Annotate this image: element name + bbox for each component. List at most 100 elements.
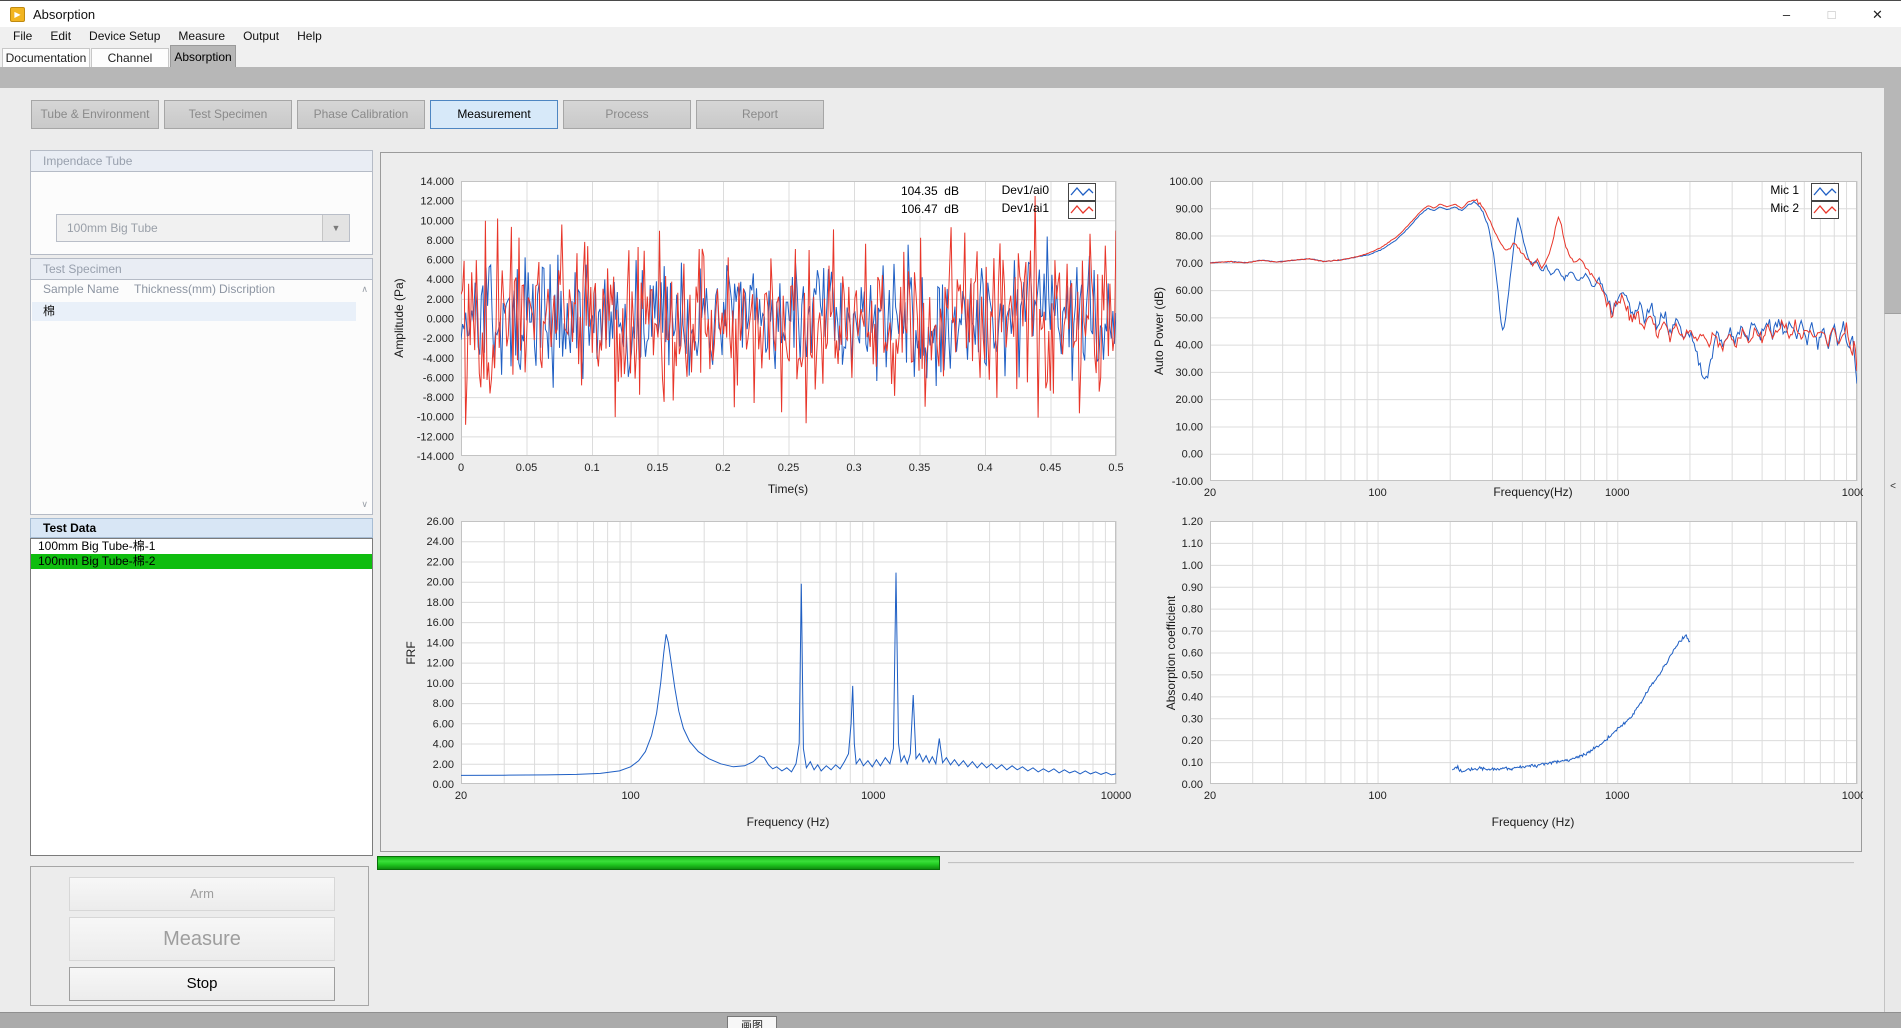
impedance-tube-selected-value: 100mm Big Tube bbox=[67, 221, 158, 235]
legend-label-mic2[interactable]: Mic 2 bbox=[1727, 201, 1799, 215]
svg-text:-10.00: -10.00 bbox=[1172, 476, 1203, 488]
svg-text:0.35: 0.35 bbox=[909, 462, 930, 474]
test-specimen-groupbox: Test Specimen Sample Name Thickness(mm) … bbox=[30, 258, 373, 515]
level-indicator-ai1: 106.47 dB bbox=[881, 202, 959, 216]
app-icon[interactable]: ▶ bbox=[10, 7, 25, 22]
svg-text:0.40: 0.40 bbox=[1182, 691, 1203, 703]
svg-text:4.000: 4.000 bbox=[426, 274, 454, 286]
svg-text:0.10: 0.10 bbox=[1182, 757, 1203, 769]
chevron-down-icon: ▼ bbox=[322, 215, 349, 241]
svg-text:0.15: 0.15 bbox=[647, 462, 668, 474]
tab-documentation[interactable]: Documentation bbox=[2, 48, 90, 67]
axis-label-amplitude: Amplitude (Pa) bbox=[392, 248, 406, 388]
legend-line-icon[interactable] bbox=[1068, 201, 1096, 219]
svg-text:50.00: 50.00 bbox=[1175, 312, 1203, 324]
menu-bar: File Edit Device Setup Measure Output He… bbox=[0, 27, 1901, 45]
expand-left-icon[interactable]: < bbox=[1885, 481, 1901, 492]
axis-label-frequency-top: Frequency(Hz) bbox=[1473, 485, 1593, 499]
subtab-test-specimen[interactable]: Test Specimen bbox=[164, 100, 292, 129]
legend-label-mic1[interactable]: Mic 1 bbox=[1727, 183, 1799, 197]
subtab-report[interactable]: Report bbox=[696, 100, 824, 129]
svg-text:100.00: 100.00 bbox=[1169, 176, 1203, 188]
list-item[interactable]: 100mm Big Tube-棉-1 bbox=[31, 539, 372, 554]
svg-text:10000: 10000 bbox=[1101, 790, 1132, 802]
close-button[interactable]: ✕ bbox=[1854, 1, 1901, 28]
table-row[interactable]: 棉 bbox=[32, 302, 356, 321]
scroll-up-icon[interactable]: ∧ bbox=[361, 284, 368, 295]
legend-line-icon[interactable] bbox=[1068, 183, 1096, 201]
svg-text:4.00: 4.00 bbox=[433, 739, 454, 751]
svg-text:20: 20 bbox=[1204, 487, 1216, 499]
svg-text:0.05: 0.05 bbox=[516, 462, 537, 474]
svg-text:-6.000: -6.000 bbox=[423, 372, 454, 384]
level-indicator-ai0: 104.35 dB bbox=[881, 184, 959, 198]
tab-absorption[interactable]: Absorption bbox=[170, 45, 236, 67]
svg-text:1000: 1000 bbox=[861, 790, 885, 802]
legend-label-dev1-ai0[interactable]: Dev1/ai0 bbox=[977, 183, 1049, 197]
svg-text:14.00: 14.00 bbox=[426, 637, 454, 649]
side-panel-strip: < bbox=[1884, 313, 1901, 1012]
svg-text:20: 20 bbox=[1204, 790, 1216, 802]
svg-text:22.00: 22.00 bbox=[426, 556, 454, 568]
taskbar-peek-window[interactable]: 画图 bbox=[727, 1016, 777, 1028]
list-item-selected[interactable]: 100mm Big Tube-棉-2 bbox=[31, 554, 372, 569]
svg-text:8.00: 8.00 bbox=[433, 698, 454, 710]
measure-button[interactable]: Measure bbox=[69, 917, 335, 961]
svg-text:30.00: 30.00 bbox=[1175, 367, 1203, 379]
svg-text:100: 100 bbox=[621, 790, 639, 802]
minimize-button[interactable]: – bbox=[1764, 1, 1809, 28]
stop-button[interactable]: Stop bbox=[69, 967, 335, 1001]
svg-text:1.00: 1.00 bbox=[1182, 560, 1203, 572]
legend-line-icon[interactable] bbox=[1811, 183, 1839, 201]
svg-text:8.000: 8.000 bbox=[426, 235, 454, 247]
progress-bar bbox=[377, 856, 1858, 870]
application-window: ▶ Absorption – □ ✕ File Edit Device Setu… bbox=[0, 0, 1901, 1028]
svg-text:-12.000: -12.000 bbox=[417, 431, 454, 443]
menu-item-device-setup[interactable]: Device Setup bbox=[80, 27, 169, 45]
arm-button[interactable]: Arm bbox=[69, 877, 335, 911]
svg-text:-2.000: -2.000 bbox=[423, 333, 454, 345]
scroll-down-icon[interactable]: ∨ bbox=[361, 499, 368, 510]
menu-item-file[interactable]: File bbox=[4, 27, 41, 45]
test-specimen-table: Sample Name Thickness(mm) Discription ∧ … bbox=[30, 280, 373, 515]
svg-text:-10.000: -10.000 bbox=[417, 412, 454, 424]
maximize-button[interactable]: □ bbox=[1809, 1, 1854, 28]
svg-text:16.00: 16.00 bbox=[426, 617, 454, 629]
tab-page-band bbox=[0, 67, 1901, 88]
svg-text:10000: 10000 bbox=[1842, 790, 1863, 802]
svg-text:100: 100 bbox=[1368, 487, 1386, 499]
svg-text:0.25: 0.25 bbox=[778, 462, 799, 474]
svg-text:0.000: 0.000 bbox=[426, 314, 454, 326]
svg-text:-14.000: -14.000 bbox=[417, 451, 454, 463]
legend-label-dev1-ai1[interactable]: Dev1/ai1 bbox=[977, 201, 1049, 215]
svg-text:0.3: 0.3 bbox=[846, 462, 861, 474]
svg-text:2.000: 2.000 bbox=[426, 294, 454, 306]
menu-item-help[interactable]: Help bbox=[288, 27, 331, 45]
svg-text:10.00: 10.00 bbox=[426, 678, 454, 690]
axis-label-frf: FRF bbox=[404, 583, 418, 723]
subtab-process[interactable]: Process bbox=[563, 100, 691, 129]
svg-text:2.00: 2.00 bbox=[433, 759, 454, 771]
svg-text:12.00: 12.00 bbox=[426, 658, 454, 670]
impedance-tube-body: 100mm Big Tube ▼ bbox=[30, 172, 373, 255]
tab-channel-setup[interactable]: Channel Setup bbox=[91, 48, 169, 67]
svg-text:6.00: 6.00 bbox=[433, 718, 454, 730]
impedance-tube-select[interactable]: 100mm Big Tube ▼ bbox=[56, 214, 350, 242]
subtab-measurement[interactable]: Measurement bbox=[430, 100, 558, 129]
svg-text:0.00: 0.00 bbox=[433, 779, 454, 791]
svg-text:0.30: 0.30 bbox=[1182, 713, 1203, 725]
subtab-phase-calibration[interactable]: Phase Calibration bbox=[297, 100, 425, 129]
title-bar: ▶ Absorption – □ ✕ bbox=[0, 0, 1901, 27]
menu-item-measure[interactable]: Measure bbox=[169, 27, 234, 45]
subtab-tube-environment[interactable]: Tube & Environment bbox=[31, 100, 159, 129]
svg-text:0.50: 0.50 bbox=[1182, 669, 1203, 681]
svg-text:0.2: 0.2 bbox=[715, 462, 730, 474]
svg-text:14.000: 14.000 bbox=[420, 176, 454, 188]
menu-item-output[interactable]: Output bbox=[234, 27, 288, 45]
axis-label-absorption: Absorption coefficient bbox=[1164, 583, 1178, 723]
legend-line-icon[interactable] bbox=[1811, 201, 1839, 219]
svg-text:0.00: 0.00 bbox=[1182, 779, 1203, 791]
svg-text:0.4: 0.4 bbox=[977, 462, 992, 474]
svg-text:80.00: 80.00 bbox=[1175, 231, 1203, 243]
menu-item-edit[interactable]: Edit bbox=[41, 27, 80, 45]
